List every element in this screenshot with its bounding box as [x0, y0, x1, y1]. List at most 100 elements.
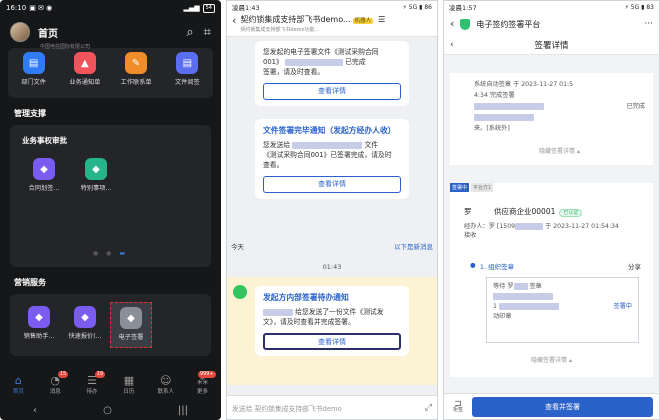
verified-badge: 已认证 — [559, 209, 583, 217]
back-icon[interactable]: ‹ — [232, 15, 236, 27]
section-title-manage: 管理支撑 — [14, 109, 46, 118]
section-title-market: 营销服务 — [14, 278, 46, 287]
status-time: 16:10 — [6, 4, 27, 12]
tab-item[interactable]: ▦ 日历 — [116, 375, 142, 396]
sign-text: 1 — [493, 303, 497, 310]
app-title: 电子签约签署平台 — [476, 19, 541, 29]
message-input[interactable]: 发送给 契约锁集成支持部飞书demo ⤢ — [227, 395, 437, 419]
tab-label: 待办 — [86, 389, 98, 395]
tab-item[interactable]: ◔ 消息 15 — [42, 371, 69, 395]
app-tile-esign[interactable]: ◆ 电子签署 — [110, 302, 152, 348]
app-tile[interactable]: ◆ 合同划签... — [22, 158, 66, 192]
tab-badge: 19 — [94, 371, 106, 378]
share-link[interactable]: 分享 — [628, 261, 641, 271]
phone-sign-detail: 凌晨1:57 ⚡ 5G ▮ 83 ‹ 电子签约签署平台 ··· ‹ 签署详情 系… — [443, 0, 660, 420]
more-icon[interactable]: ··· — [644, 19, 653, 29]
message-text: 《测试采购合同001》已签署完成，请及时 — [263, 151, 392, 159]
view-detail-button[interactable]: 查看详情 — [263, 176, 401, 193]
chat-header: ‹ 契约锁集成支持部飞书demo... 机器人 ☰ 契约锁集成支持部飞书demo功能… — [227, 13, 437, 37]
tab-item[interactable]: ⌂ 首页 — [5, 374, 31, 396]
signal-icon: ▂▄▆ — [183, 4, 200, 12]
message-card: 文件签署完毕通知（发起方经办人收） 您发送给 文件 《测试采购合同001》已签署… — [255, 119, 409, 199]
notification-icons: ▣ ✉ ◉ — [29, 4, 53, 12]
tab-item[interactable]: ⁂ 更多 999+ — [190, 371, 216, 395]
new-messages-label[interactable]: 以下是新消息 — [394, 241, 433, 253]
status-bar: 16:10 ▣ ✉ ◉ ▂▄▆ 54 — [0, 0, 221, 16]
app-tile[interactable]: ▤ 文件阅签 — [165, 52, 209, 86]
back-nav-icon[interactable]: ‹ — [33, 405, 37, 416]
app-icon: ▤ — [22, 52, 45, 74]
phone-home-screen: 16:10 ▣ ✉ ◉ ▂▄▆ 54 首页 ⌕ ⌗ 中国电信国际有限公司 ▤ 部门文件… — [0, 0, 221, 420]
app-tile[interactable]: ▲ 业务通知单 — [63, 52, 107, 86]
hide-detail-toggle[interactable]: 隐藏签署详情 ▴ — [456, 355, 647, 364]
back-icon[interactable]: ‹ — [450, 18, 454, 30]
home-nav-icon[interactable]: ○ — [103, 405, 112, 416]
card-title: 业务事权审批 — [22, 136, 67, 145]
status-bar: 凌晨1:57 ⚡ 5G ▮ 83 — [444, 1, 659, 13]
view-detail-button[interactable]: 查看详情 — [263, 333, 401, 350]
tab-badge: 999+ — [197, 371, 216, 378]
tab-item[interactable]: ☰ 待办 19 — [79, 371, 106, 395]
message-card: 您发起的电子签署文件《测试采购合同 001》 已完成 签署，请及时查看。 查看详… — [255, 41, 409, 106]
status-time: 凌晨1:43 — [232, 4, 260, 12]
app-label: 电子签署 — [118, 334, 144, 341]
phone-chat-screen: 凌晨1:43 ⚡ 5G ▮ 86 ‹ 契约锁集成支持部飞书demo... 机器人 ☰… — [226, 0, 438, 420]
app-tile[interactable]: ◆ 快速报价(... — [64, 302, 106, 348]
tab-badge: 15 — [57, 371, 69, 378]
org-sign-box: 等待 罗 签章 1 动印章 签署中 — [486, 277, 639, 343]
page-title: 签署详情 — [534, 40, 569, 51]
page-title: 首页 — [38, 28, 58, 40]
app-tile[interactable]: ◆ 特别事项... — [74, 158, 118, 192]
view-and-sign-button[interactable]: 查看并签署 — [472, 396, 653, 417]
hide-detail-toggle[interactable]: 隐藏签署详情 ▴ — [474, 146, 645, 157]
back-icon[interactable]: ‹ — [450, 39, 454, 51]
sign-text: 等待 — [493, 283, 506, 290]
view-detail-button[interactable]: 查看详情 — [263, 83, 401, 100]
sign-text: 动印章 — [493, 313, 512, 320]
app-tile[interactable]: ◆ 销售助手... — [18, 302, 60, 348]
sign-text: 4:34 完成签署 — [474, 92, 515, 99]
company-name: 罗 供应商企业00001 — [464, 207, 556, 216]
more-icon[interactable]: ☰ — [378, 15, 385, 24]
search-icon[interactable]: ⌕ — [186, 25, 193, 40]
status-right: ⚡ 5G ▮ 83 — [624, 3, 654, 11]
status-tag: 平台方1 — [471, 183, 494, 192]
app-icon: ✎ — [125, 52, 148, 74]
app-label: 特别事项... — [80, 185, 112, 192]
app-icon: ◆ — [28, 306, 50, 328]
bottom-action-bar: ⊐ 拒签 查看并签署 — [444, 393, 659, 419]
tab-label: 联系人 — [157, 389, 174, 395]
message-text: 签署，请及时查看。 — [263, 68, 325, 76]
app-tile[interactable]: ✎ 工作联系单 — [114, 52, 158, 86]
app-label: 部门文件 — [21, 79, 46, 86]
status-time: 凌晨1:57 — [449, 4, 477, 12]
input-placeholder: 发送给 契约锁集成支持部飞书demo — [232, 404, 342, 413]
app-label: 工作联系单 — [120, 79, 152, 86]
message-title: 发起方内部签署待办通知 — [263, 293, 349, 302]
manage-card: 业务事权审批 ◆ 合同划签... ◆ 特别事项... ● ● ▬ — [10, 125, 211, 267]
app-icon: ▲ — [73, 52, 96, 74]
message-title: 文件签署完毕通知（发起方经办人收） — [263, 126, 396, 135]
bot-badge: 机器人 — [352, 18, 374, 24]
recent-nav-icon[interactable]: ||| — [178, 405, 188, 416]
expand-icon[interactable]: ⤢ — [425, 403, 432, 413]
status-tag: 签署中 — [450, 183, 470, 192]
battery-icon: 54 — [202, 3, 215, 13]
sign-text: 签章 — [529, 283, 542, 290]
chat-subtitle: 契约锁集成支持部飞书demo功能... — [240, 27, 320, 33]
tab-icon: ⌂ — [14, 374, 22, 387]
app-label: 销售助手... — [23, 333, 55, 340]
tab-item[interactable]: ☺ 联系人 — [153, 374, 179, 396]
app-tile[interactable]: ▤ 部门文件 — [12, 52, 56, 86]
avatar[interactable] — [10, 22, 30, 42]
tab-icon: ☺ — [159, 374, 172, 387]
bot-avatar-icon[interactable] — [233, 285, 247, 299]
app-icon: ◆ — [120, 307, 142, 329]
app-icon: ▤ — [176, 52, 199, 74]
message-text: 查看。 — [263, 161, 284, 169]
scan-icon[interactable]: ⌗ — [204, 25, 211, 40]
message-text: 您发起的电子签署文件《测试采购合同 — [263, 48, 379, 56]
reject-button[interactable]: ⊐ 拒签 — [450, 399, 466, 413]
sent-time: 于 2023-11-27 01:54:34 — [545, 223, 619, 230]
sign-text: 罗 — [507, 283, 514, 290]
